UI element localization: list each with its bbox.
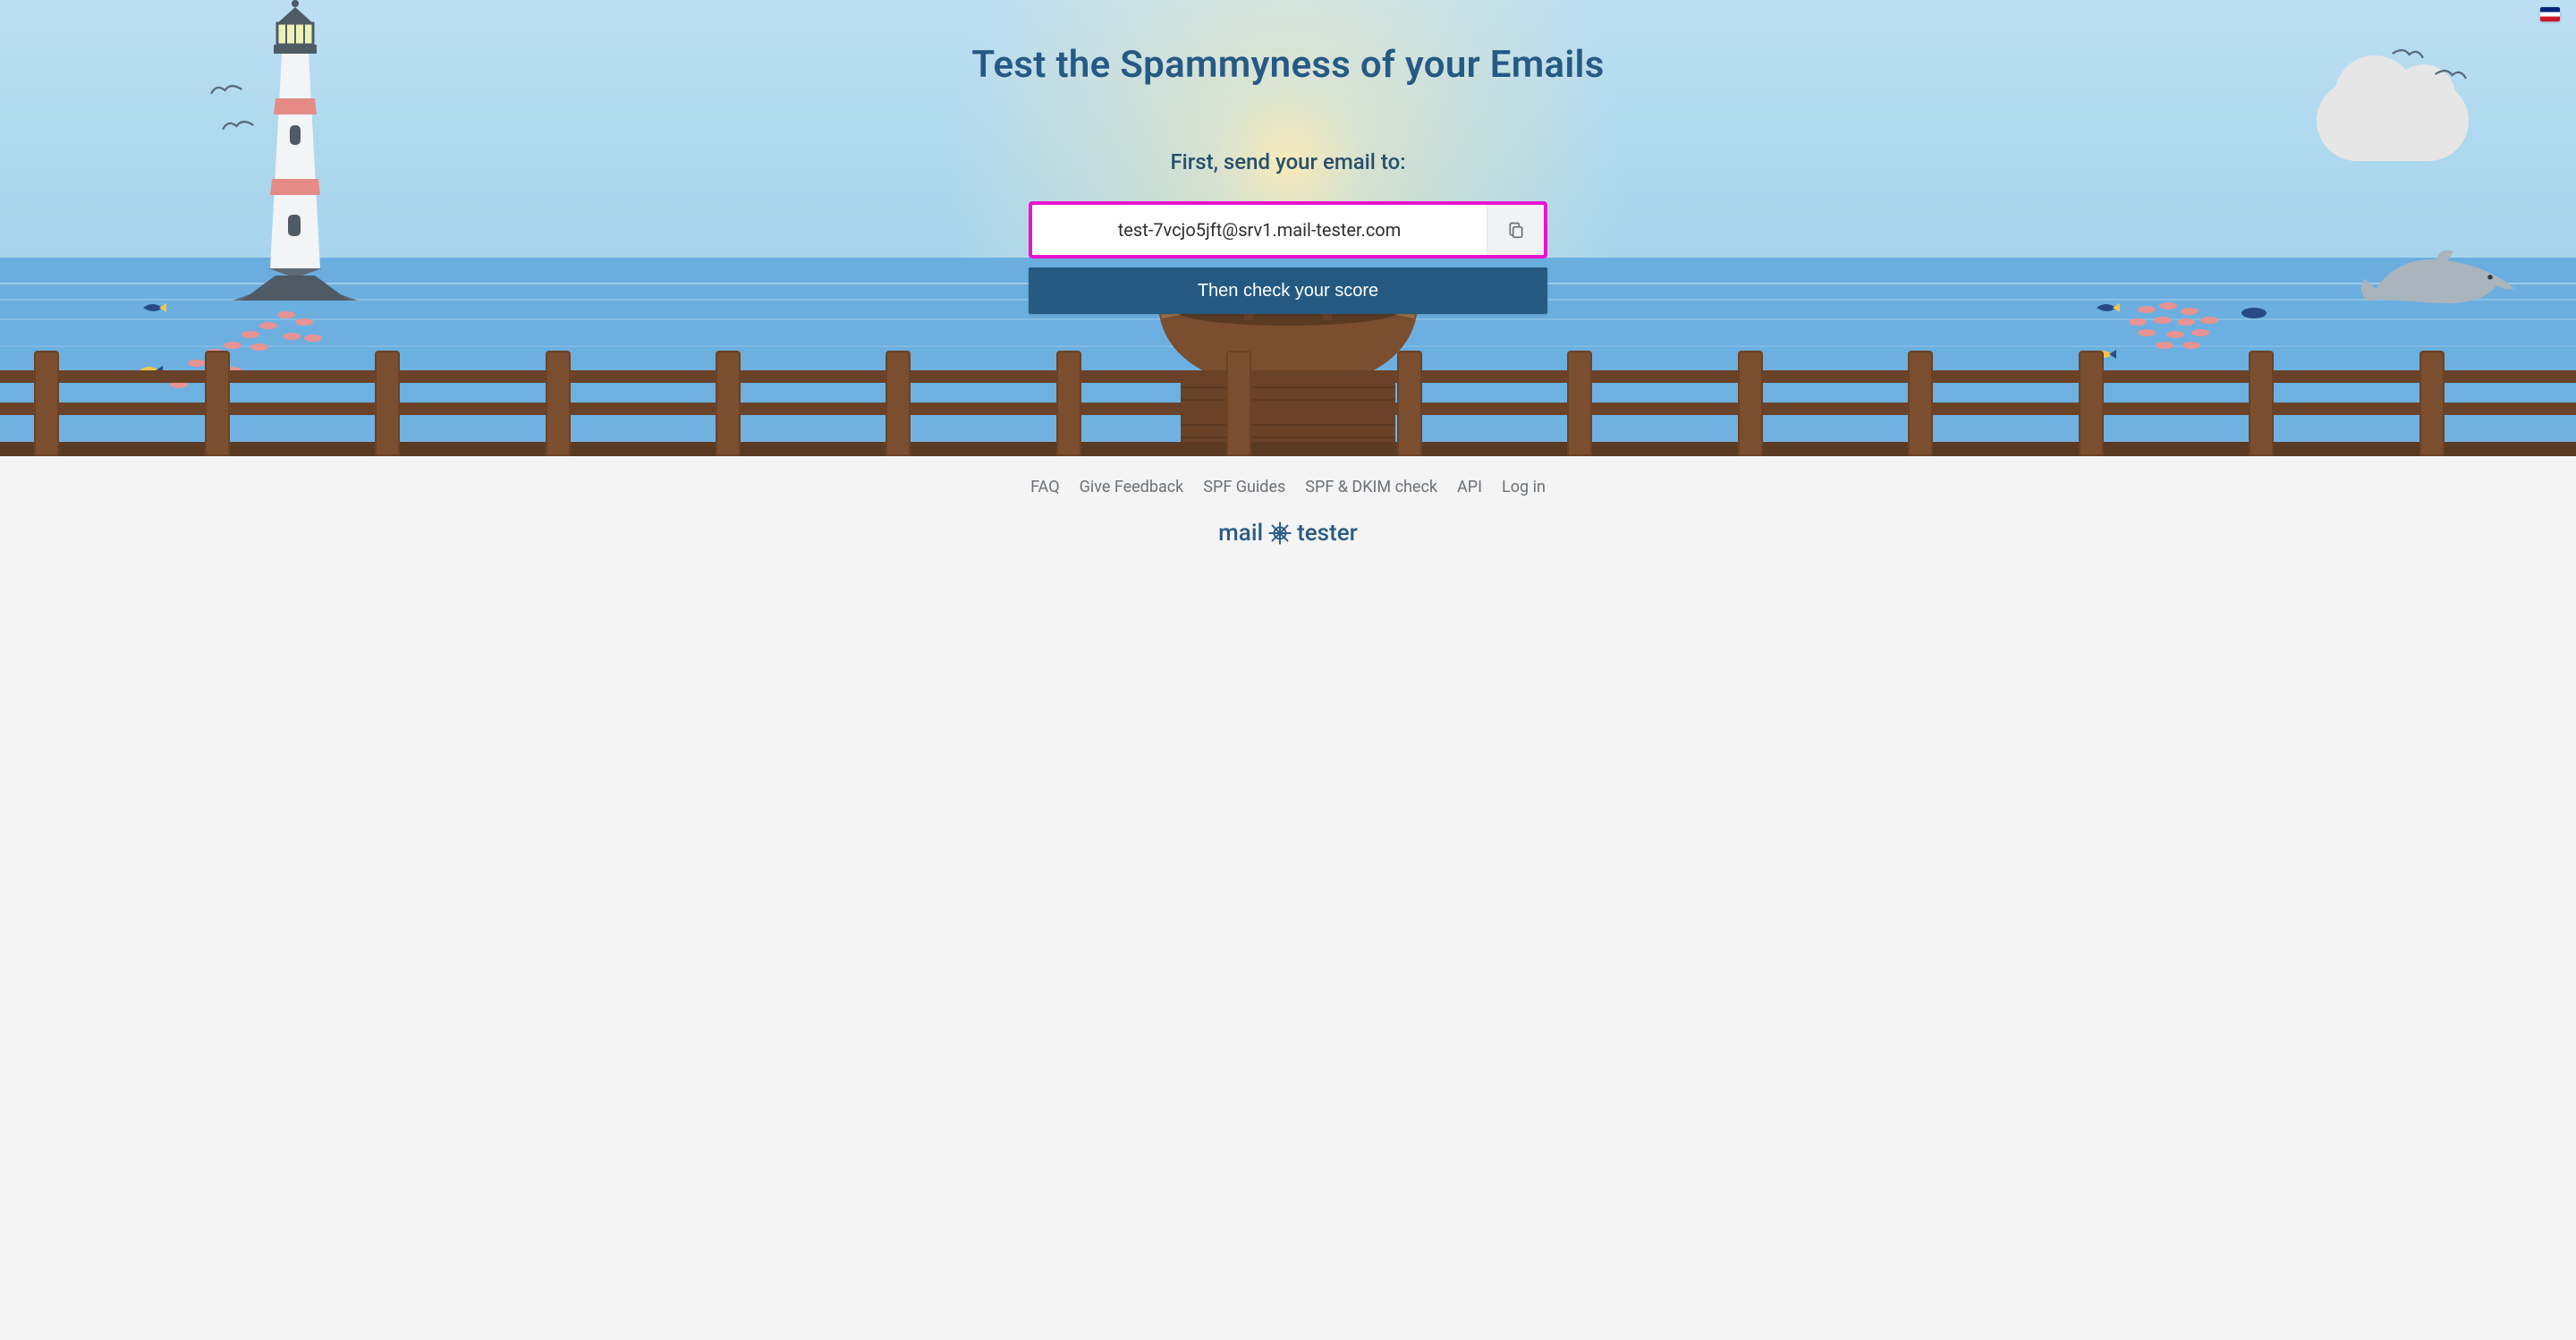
bird-icon [222,118,254,134]
dolphin-illustration [2361,243,2522,315]
footer-link-feedback[interactable]: Give Feedback [1080,478,1184,496]
footer-link-spf-dkim[interactable]: SPF & DKIM check [1305,478,1437,496]
footer-links: FAQ Give Feedback SPF Guides SPF & DKIM … [0,478,2576,496]
footer: FAQ Give Feedback SPF Guides SPF & DKIM … [0,456,2576,582]
footer-link-login[interactable]: Log in [1502,478,1546,496]
copy-icon [1507,220,1525,240]
copy-email-button[interactable] [1487,205,1544,255]
generated-email-address[interactable]: test-7vcjo5jft@srv1.mail-tester.com [1032,205,1487,255]
bird-icon [210,82,242,98]
dock-illustration [0,340,2576,456]
logo-text-left: mail [1218,520,1263,547]
footer-logo: mail tester [0,520,2576,547]
check-score-button[interactable]: Then check your score [1029,267,1547,314]
logo-text-right: tester [1297,520,1358,547]
instruction-text: First, send your email to: [948,149,1628,174]
cloud-illustration [2317,81,2469,161]
footer-link-spf-guides[interactable]: SPF Guides [1203,478,1285,496]
bird-icon [2435,67,2467,83]
email-address-row: test-7vcjo5jft@srv1.mail-tester.com [1029,201,1547,259]
main-content: Test the Spammyness of your Emails First… [948,0,1628,314]
ship-wheel-icon [1268,522,1292,545]
page-title: Test the Spammyness of your Emails [948,43,1628,87]
footer-link-faq[interactable]: FAQ [1030,478,1059,496]
footer-link-api[interactable]: API [1457,478,1482,496]
hero-section: Test the Spammyness of your Emails First… [0,0,2576,456]
language-selector[interactable] [2540,7,2560,21]
bird-icon [2392,47,2424,63]
